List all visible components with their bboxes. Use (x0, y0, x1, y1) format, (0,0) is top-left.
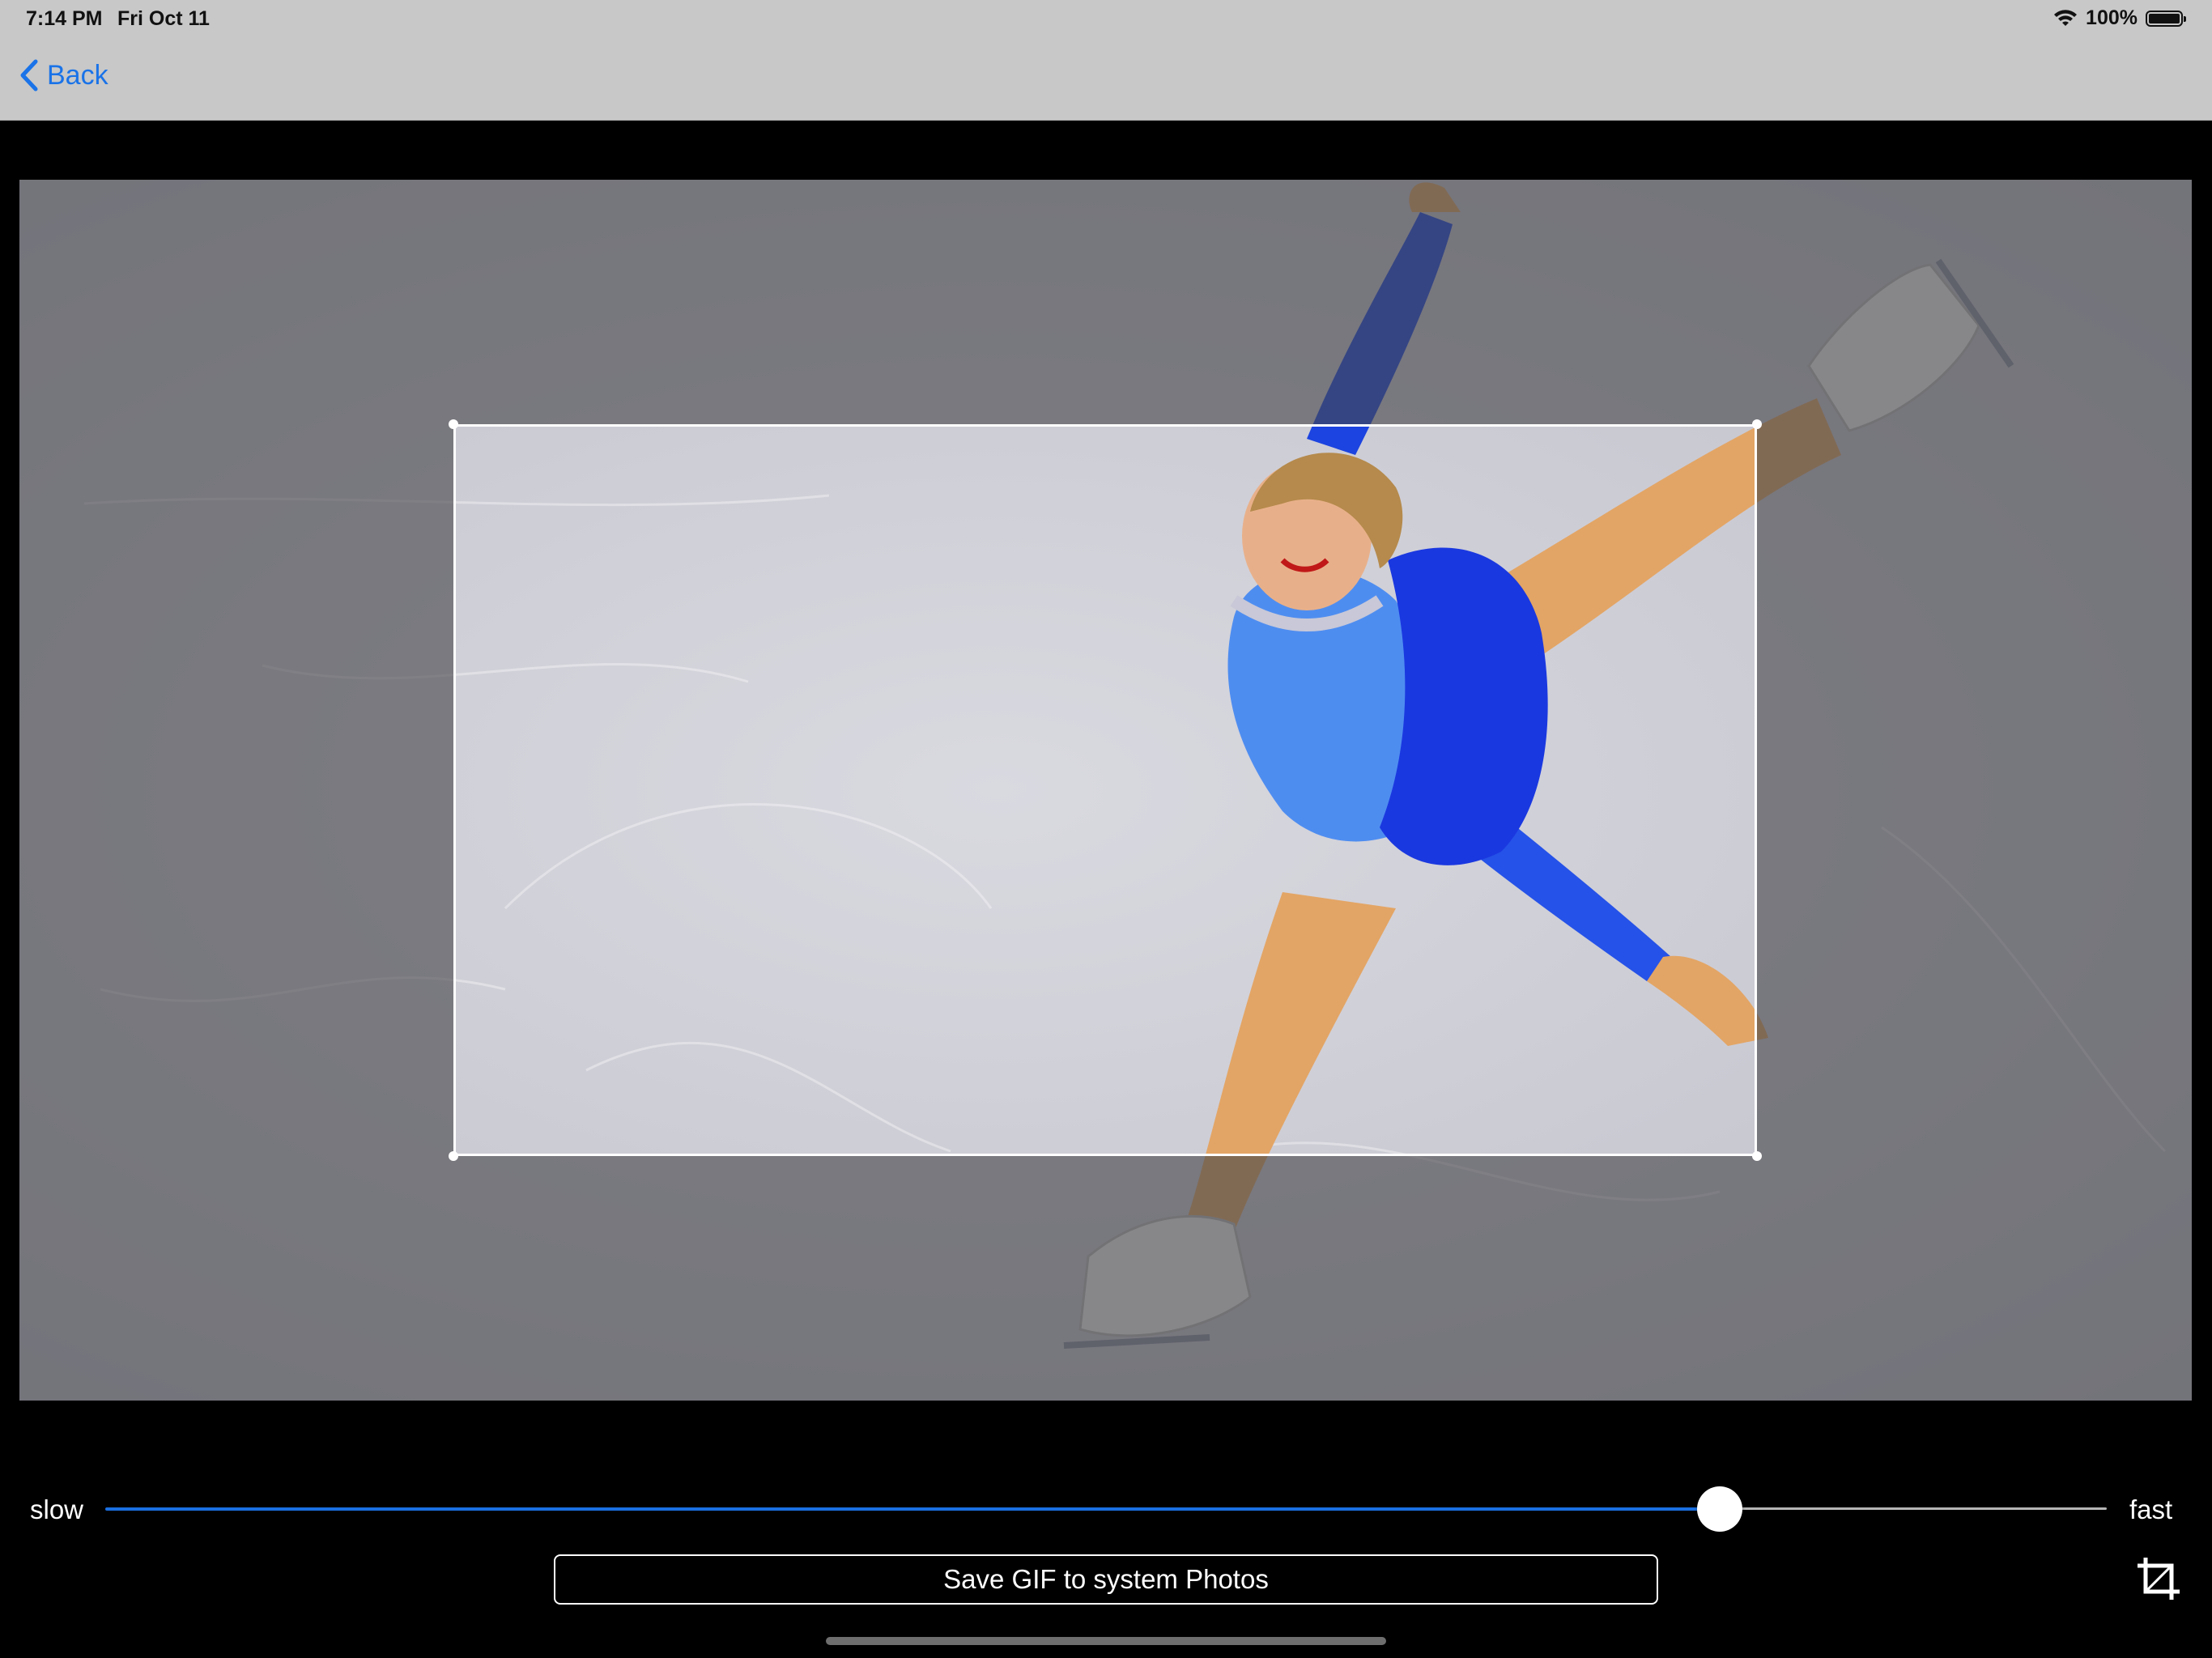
crop-rectangle[interactable] (453, 424, 1757, 1156)
battery-icon (2146, 10, 2186, 27)
crop-dim-top (19, 180, 2192, 424)
crop-icon[interactable] (2134, 1554, 2183, 1603)
crop-handle-top-right[interactable] (1752, 419, 1762, 429)
navigation-bar: Back (0, 39, 2212, 121)
crop-handle-top-left[interactable] (449, 419, 458, 429)
battery-percent: 100% (2086, 6, 2138, 29)
chevron-left-icon (20, 59, 38, 91)
speed-slider-track-empty[interactable] (1720, 1507, 2107, 1510)
status-bar: 7:14 PM Fri Oct 11 100% (0, 0, 2212, 39)
crop-dim-left (19, 424, 453, 1156)
speed-slider-thumb[interactable] (1697, 1486, 1742, 1532)
slider-max-label: fast (2129, 1494, 2173, 1524)
save-gif-label: Save GIF to system Photos (943, 1564, 1269, 1594)
status-time: 7:14 PM (26, 7, 103, 30)
status-right-group: 100% (2053, 6, 2186, 30)
slider-min-label: slow (30, 1494, 84, 1524)
home-indicator (826, 1637, 1386, 1645)
back-button[interactable]: Back (18, 58, 108, 92)
crop-dim-right (1757, 424, 2192, 1156)
crop-handle-bottom-right[interactable] (1752, 1151, 1762, 1161)
back-label: Back (47, 59, 108, 91)
wifi-icon (2054, 9, 2078, 26)
gif-preview[interactable] (19, 180, 2192, 1401)
crop-dim-bottom (19, 1156, 2192, 1401)
status-date: Fri Oct 11 (117, 7, 210, 30)
crop-handle-bottom-left[interactable] (449, 1151, 458, 1161)
speed-slider-track-filled[interactable] (105, 1507, 1720, 1511)
save-gif-button[interactable]: Save GIF to system Photos (554, 1554, 1658, 1605)
